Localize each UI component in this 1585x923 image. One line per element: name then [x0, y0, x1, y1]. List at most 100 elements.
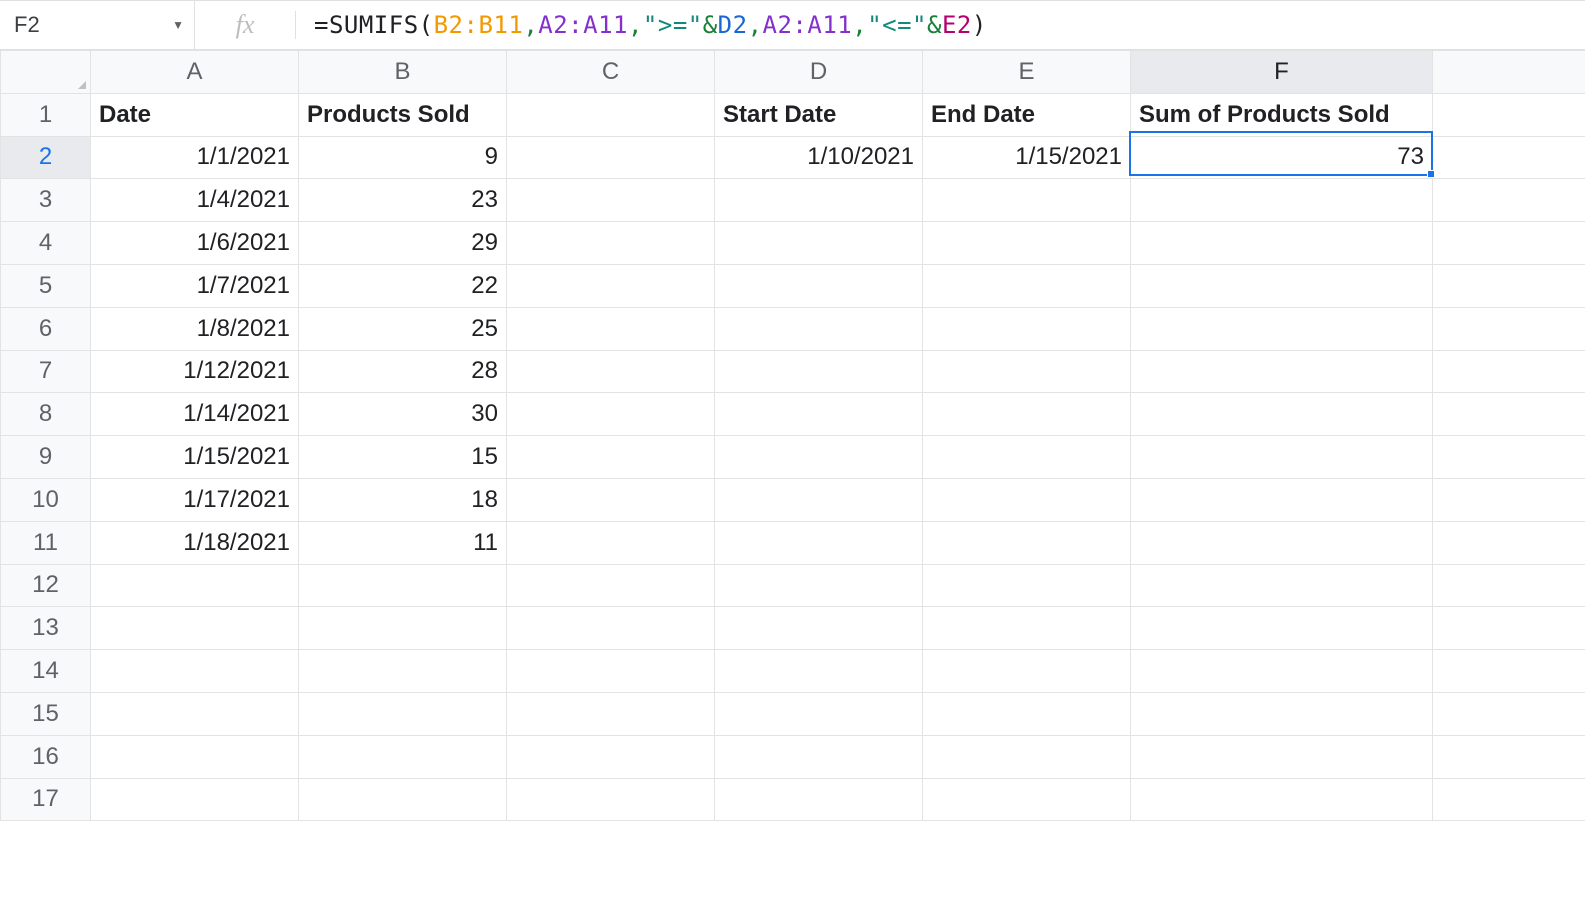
cell-F5[interactable] [1131, 264, 1433, 307]
row-header-17[interactable]: 17 [1, 778, 91, 821]
cell-D5[interactable] [715, 264, 923, 307]
cell-D2[interactable]: 1/10/2021 [715, 136, 923, 179]
cell-D11[interactable] [715, 521, 923, 564]
cell-F11[interactable] [1131, 521, 1433, 564]
cell-B6[interactable]: 25 [299, 307, 507, 350]
cell-G1[interactable] [1433, 93, 1585, 136]
cell-G14[interactable] [1433, 650, 1585, 693]
cell-A4[interactable]: 1/6/2021 [91, 222, 299, 265]
row-header-4[interactable]: 4 [1, 222, 91, 265]
cell-B3[interactable]: 23 [299, 179, 507, 222]
cell-E9[interactable] [923, 436, 1131, 479]
cell-B9[interactable]: 15 [299, 436, 507, 479]
cell-B5[interactable]: 22 [299, 264, 507, 307]
cell-E3[interactable] [923, 179, 1131, 222]
cell-E16[interactable] [923, 735, 1131, 778]
spreadsheet-grid[interactable]: ABCDEF 1DateProducts SoldStart DateEnd D… [0, 50, 1585, 923]
cell-C1[interactable] [507, 93, 715, 136]
cell-D9[interactable] [715, 436, 923, 479]
row-header-8[interactable]: 8 [1, 393, 91, 436]
cell-F6[interactable] [1131, 307, 1433, 350]
cell-G17[interactable] [1433, 778, 1585, 821]
cell-A9[interactable]: 1/15/2021 [91, 436, 299, 479]
cell-G15[interactable] [1433, 692, 1585, 735]
row-header-1[interactable]: 1 [1, 93, 91, 136]
column-header-D[interactable]: D [715, 51, 923, 94]
cell-D12[interactable] [715, 564, 923, 607]
cell-G13[interactable] [1433, 607, 1585, 650]
cell-D17[interactable] [715, 778, 923, 821]
name-box-dropdown-icon[interactable]: ▼ [172, 18, 184, 32]
cell-C7[interactable] [507, 350, 715, 393]
cell-C3[interactable] [507, 179, 715, 222]
cell-G12[interactable] [1433, 564, 1585, 607]
formula-input[interactable]: =SUMIFS(B2:B11,A2:A11,">="&D2,A2:A11,"<=… [296, 1, 1585, 49]
cell-B15[interactable] [299, 692, 507, 735]
cell-F4[interactable] [1131, 222, 1433, 265]
cell-B10[interactable]: 18 [299, 478, 507, 521]
cell-D4[interactable] [715, 222, 923, 265]
cell-D10[interactable] [715, 478, 923, 521]
cell-E13[interactable] [923, 607, 1131, 650]
column-header-E[interactable]: E [923, 51, 1131, 94]
cell-A12[interactable] [91, 564, 299, 607]
cell-F14[interactable] [1131, 650, 1433, 693]
cell-A3[interactable]: 1/4/2021 [91, 179, 299, 222]
cell-E17[interactable] [923, 778, 1131, 821]
cell-G6[interactable] [1433, 307, 1585, 350]
cell-G9[interactable] [1433, 436, 1585, 479]
cell-E1[interactable]: End Date [923, 93, 1131, 136]
cell-E2[interactable]: 1/15/2021 [923, 136, 1131, 179]
cell-A14[interactable] [91, 650, 299, 693]
cell-B8[interactable]: 30 [299, 393, 507, 436]
cell-F15[interactable] [1131, 692, 1433, 735]
cell-F13[interactable] [1131, 607, 1433, 650]
cell-B12[interactable] [299, 564, 507, 607]
cell-C12[interactable] [507, 564, 715, 607]
cell-D3[interactable] [715, 179, 923, 222]
cell-G16[interactable] [1433, 735, 1585, 778]
cell-A6[interactable]: 1/8/2021 [91, 307, 299, 350]
row-header-15[interactable]: 15 [1, 692, 91, 735]
cell-G10[interactable] [1433, 478, 1585, 521]
cell-C13[interactable] [507, 607, 715, 650]
cell-E10[interactable] [923, 478, 1131, 521]
cell-D6[interactable] [715, 307, 923, 350]
cell-G5[interactable] [1433, 264, 1585, 307]
cell-C5[interactable] [507, 264, 715, 307]
row-header-3[interactable]: 3 [1, 179, 91, 222]
cell-B7[interactable]: 28 [299, 350, 507, 393]
cell-C17[interactable] [507, 778, 715, 821]
row-header-9[interactable]: 9 [1, 436, 91, 479]
cell-F9[interactable] [1131, 436, 1433, 479]
cell-G7[interactable] [1433, 350, 1585, 393]
cell-B1[interactable]: Products Sold [299, 93, 507, 136]
column-header-C[interactable]: C [507, 51, 715, 94]
cell-A15[interactable] [91, 692, 299, 735]
cell-E15[interactable] [923, 692, 1131, 735]
cell-C4[interactable] [507, 222, 715, 265]
cell-C11[interactable] [507, 521, 715, 564]
cell-F2[interactable]: 73 [1131, 136, 1433, 179]
cell-E8[interactable] [923, 393, 1131, 436]
row-header-6[interactable]: 6 [1, 307, 91, 350]
cell-G3[interactable] [1433, 179, 1585, 222]
cell-D15[interactable] [715, 692, 923, 735]
cell-G2[interactable] [1433, 136, 1585, 179]
cell-B11[interactable]: 11 [299, 521, 507, 564]
cell-A1[interactable]: Date [91, 93, 299, 136]
cell-F12[interactable] [1131, 564, 1433, 607]
cell-F16[interactable] [1131, 735, 1433, 778]
cell-D7[interactable] [715, 350, 923, 393]
cell-A7[interactable]: 1/12/2021 [91, 350, 299, 393]
row-header-5[interactable]: 5 [1, 264, 91, 307]
cell-D8[interactable] [715, 393, 923, 436]
row-header-2[interactable]: 2 [1, 136, 91, 179]
cell-A16[interactable] [91, 735, 299, 778]
cell-C8[interactable] [507, 393, 715, 436]
cell-D1[interactable]: Start Date [715, 93, 923, 136]
cell-F3[interactable] [1131, 179, 1433, 222]
cell-C14[interactable] [507, 650, 715, 693]
select-all-corner[interactable] [1, 51, 91, 94]
cell-B16[interactable] [299, 735, 507, 778]
